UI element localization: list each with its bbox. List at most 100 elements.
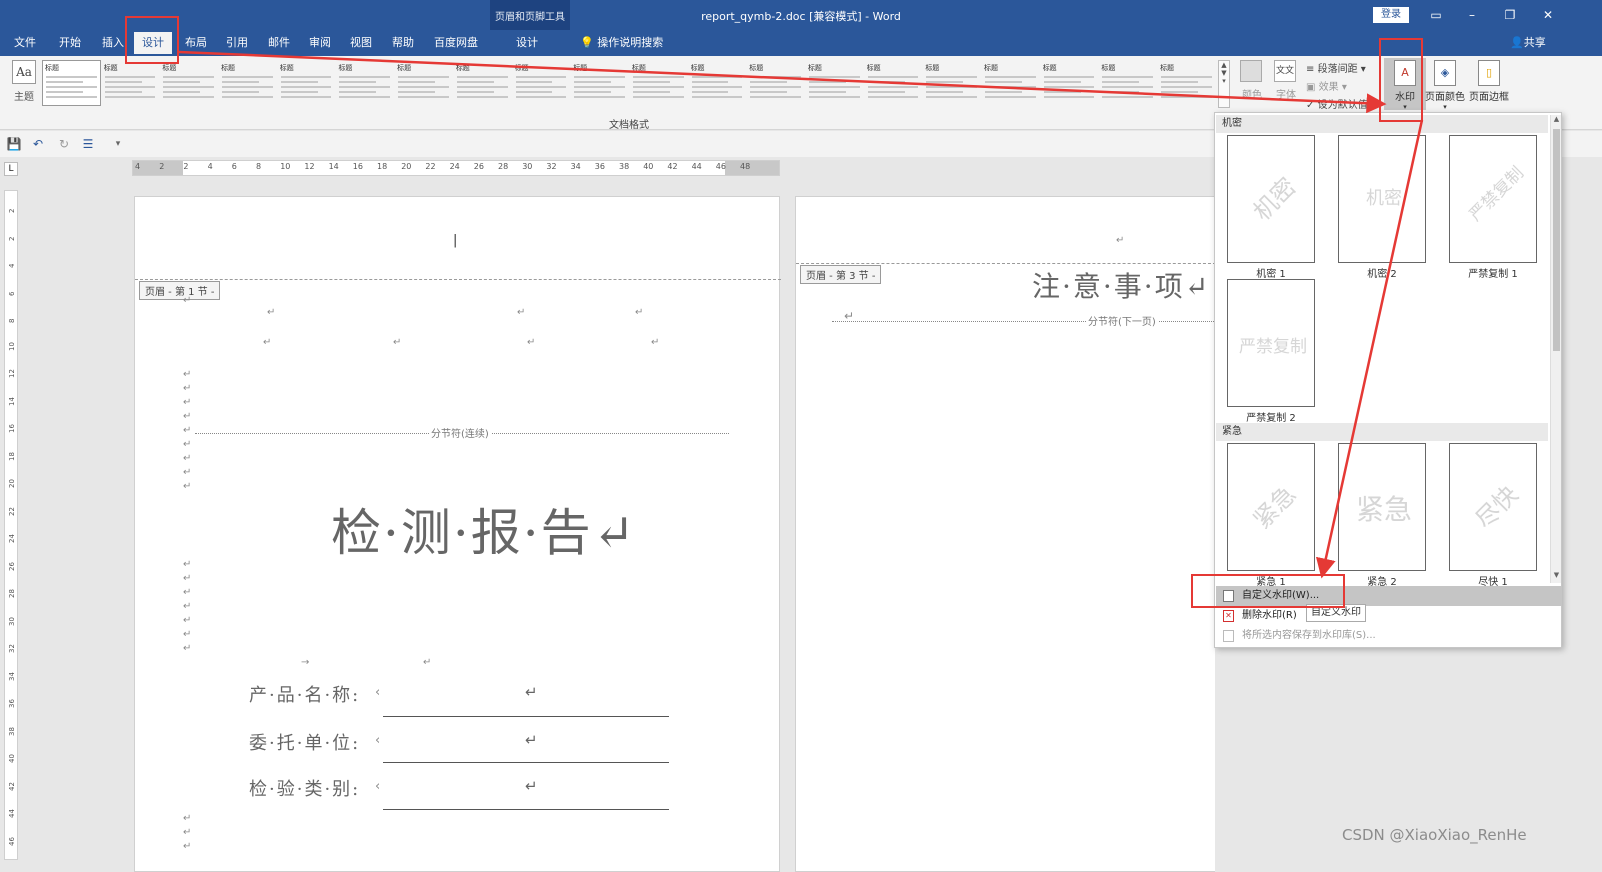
paragraph-mark: ↵: [183, 369, 192, 380]
effects-icon: ▣: [1306, 82, 1316, 93]
set-default-button[interactable]: ✓ 设为默认值: [1306, 96, 1368, 111]
ribbon-display-icon[interactable]: ▭: [1426, 6, 1446, 24]
paragraph-mark: ↵: [183, 295, 192, 306]
ruler-tick: 20: [8, 479, 16, 488]
minimize-icon[interactable]: –: [1462, 6, 1482, 24]
style-set-line: [750, 81, 788, 83]
style-set-thumbnail[interactable]: 标题: [218, 60, 277, 106]
themes-label: 主题: [14, 92, 34, 103]
paragraph-mark: ↵: [517, 307, 526, 318]
tab-header-footer-design[interactable]: 设计: [512, 32, 542, 54]
style-set-thumbnail[interactable]: 标题: [512, 60, 571, 106]
style-set-thumbnail[interactable]: 标题: [42, 60, 101, 106]
style-set-line: [632, 76, 684, 78]
watermark-preview: 严禁复制: [1449, 135, 1537, 263]
style-set-line: [867, 76, 919, 78]
vertical-ruler[interactable]: 2 2 4 6 8 10 12 14 16 18 20 22 24 26 28 30 32 34 36 38 40 42 4…: [4, 190, 18, 860]
style-set-thumbnail[interactable]: 标题: [1157, 60, 1216, 106]
style-set-line: [280, 81, 318, 83]
tab-home[interactable]: 开始: [55, 32, 85, 54]
style-set-thumbnail[interactable]: 标题: [1098, 60, 1157, 106]
tab-layout[interactable]: 布局: [181, 32, 211, 54]
paragraph-spacing-button[interactable]: ≡ 段落间距 ▾: [1306, 60, 1366, 75]
colors-icon[interactable]: [1240, 60, 1262, 82]
tab-review[interactable]: 审阅: [305, 32, 335, 54]
gallery-scroll[interactable]: ▲ ▼ ▾: [1218, 60, 1230, 108]
style-set-thumbnail[interactable]: 标题: [453, 60, 512, 106]
remove-watermark-menu-item[interactable]: ✕ 删除水印(R): [1216, 606, 1562, 626]
ruler-tick: 2: [159, 162, 165, 171]
style-set-thumbnail[interactable]: 标题: [277, 60, 336, 106]
watermark-do-not-copy-2[interactable]: 严禁复制 严禁复制 2: [1216, 279, 1326, 424]
style-set-thumbnail[interactable]: 标题: [746, 60, 805, 106]
style-set-thumbnail[interactable]: 标题: [159, 60, 218, 106]
style-set-line: [1102, 76, 1154, 78]
save-icon[interactable]: 💾: [6, 136, 22, 152]
style-set-line: [163, 81, 201, 83]
document-page-1[interactable]: | 页眉 - 第 1 节 - ↵ ↵ ↵ ↵ ↵ ↵ ↵ ↵ ↵ ↵ ↵ ↵ ↵…: [134, 196, 781, 872]
save-to-watermark-gallery-menu-item[interactable]: 将所选内容保存到水印库(S)...: [1216, 626, 1562, 646]
login-button[interactable]: 登录: [1373, 7, 1409, 23]
close-icon[interactable]: ✕: [1538, 6, 1558, 24]
style-set-line: [867, 86, 919, 88]
watermark-asap-1[interactable]: 尽快 尽快 1: [1438, 443, 1548, 588]
style-set-thumbnail[interactable]: 标题: [922, 60, 981, 106]
style-set-thumbnail[interactable]: 标题: [335, 60, 394, 106]
undo-icon[interactable]: ↶: [30, 136, 46, 152]
style-set-heading: 标题: [338, 64, 353, 72]
scroll-thumb[interactable]: [1553, 129, 1560, 351]
page-borders-button[interactable]: ▯ 页面边框: [1468, 58, 1510, 110]
notes-title: 注·意·事·项↵: [1032, 270, 1211, 303]
gallery-scrollbar[interactable]: ▲ ▼: [1550, 115, 1561, 583]
fonts-icon[interactable]: 文文: [1274, 60, 1296, 82]
tab-insert[interactable]: 插入: [98, 32, 128, 54]
style-set-thumbnail[interactable]: 标题: [805, 60, 864, 106]
tab-selector[interactable]: L: [4, 162, 18, 176]
restore-icon[interactable]: ❐: [1500, 6, 1520, 24]
watermark-confidential-2[interactable]: 机密 机密 2: [1327, 135, 1437, 280]
style-set-thumbnail[interactable]: 标题: [394, 60, 453, 106]
share-button[interactable]: 👤共享: [1510, 32, 1546, 54]
scroll-up-icon[interactable]: ▲: [1551, 115, 1562, 123]
redo-icon[interactable]: ↻: [56, 136, 72, 152]
style-set-heading: 标题: [690, 64, 705, 72]
style-set-heading: 标题: [103, 64, 118, 72]
watermark-urgent-1[interactable]: 紧急 紧急 1: [1216, 443, 1326, 588]
style-set-thumbnail[interactable]: 标题: [101, 60, 160, 106]
tab-file[interactable]: 文件: [10, 32, 40, 54]
page-color-button[interactable]: ◈ 页面颜色 ▾: [1424, 58, 1466, 111]
themes-button[interactable]: Aa 主题: [8, 60, 40, 104]
style-set-thumbnail[interactable]: 标题: [864, 60, 923, 106]
style-set-line: [163, 86, 215, 88]
watermark-confidential-1[interactable]: 机密 机密 1: [1216, 135, 1326, 280]
save-gallery-icon: [1223, 630, 1234, 642]
horizontal-ruler[interactable]: 4 2 2 4 6 8 10 12 14 16 18 20 22 24 26 28 30 32 34 36 38 40 42…: [132, 160, 780, 176]
watermark-do-not-copy-1[interactable]: 严禁复制 严禁复制 1: [1438, 135, 1548, 280]
style-set-line: [163, 96, 215, 98]
watermark-urgent-2[interactable]: 紧急 紧急 2: [1327, 443, 1437, 588]
style-set-thumbnail[interactable]: 标题: [570, 60, 629, 106]
style-set-line: [632, 91, 670, 93]
effects-button[interactable]: ▣ 效果 ▾: [1306, 78, 1347, 93]
tell-me-search[interactable]: 💡 操作说明搜索: [580, 32, 663, 54]
style-set-thumbnail[interactable]: 标题: [1040, 60, 1099, 106]
customize-qat-icon[interactable]: ▾: [110, 136, 126, 152]
tab-help[interactable]: 帮助: [388, 32, 418, 54]
watermark-preview: 紧急: [1338, 443, 1426, 571]
tab-references[interactable]: 引用: [222, 32, 252, 54]
style-set-line: [632, 81, 670, 83]
style-set-thumbnail[interactable]: 标题: [981, 60, 1040, 106]
style-set-line: [46, 86, 97, 88]
scroll-down-icon[interactable]: ▼: [1551, 571, 1562, 579]
chevron-down-icon: ▾: [1443, 103, 1447, 111]
style-set-thumbnail[interactable]: 标题: [688, 60, 747, 106]
style-set-thumbnail[interactable]: 标题: [629, 60, 688, 106]
tab-view[interactable]: 视图: [346, 32, 376, 54]
list-icon[interactable]: ☰: [80, 136, 96, 152]
tab-baidu-netdisk[interactable]: 百度网盘: [430, 32, 482, 54]
paragraph-spacing-label: 段落间距: [1317, 64, 1358, 75]
document-page-2[interactable]: ↵ 页眉 - 第 3 节 - 注·意·事·项↵ ↵ 分节符(下一页): [795, 196, 1216, 872]
ruler-tick: 32: [8, 644, 16, 653]
style-set-line: [339, 96, 391, 98]
tab-mailings[interactable]: 邮件: [264, 32, 294, 54]
